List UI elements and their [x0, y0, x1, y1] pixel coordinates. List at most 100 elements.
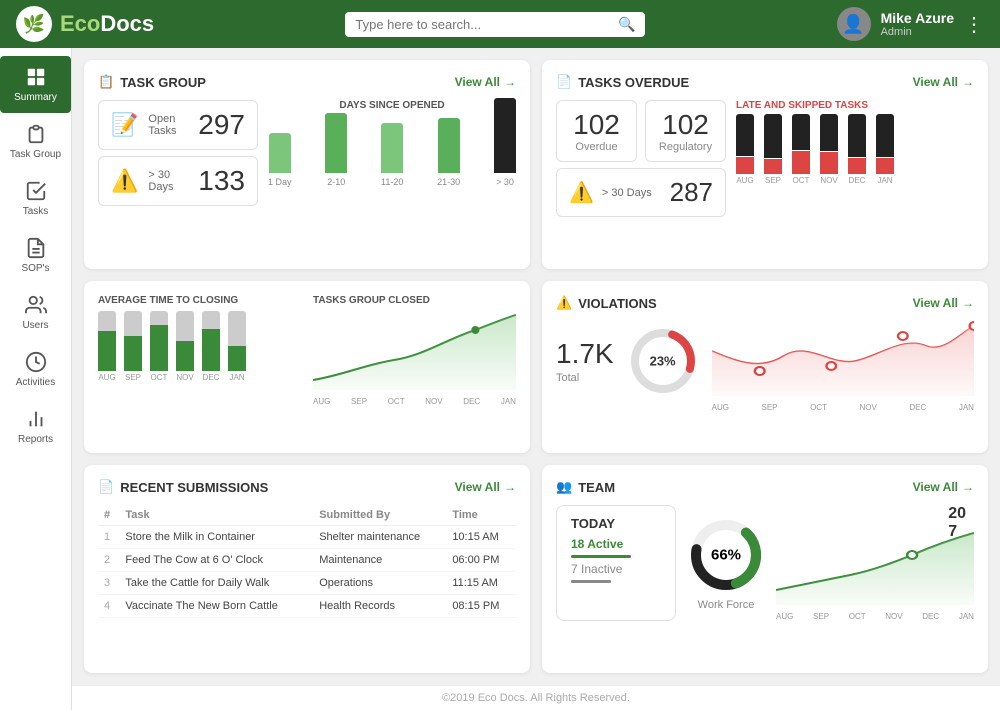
team-view-all[interactable]: View All → [913, 480, 974, 494]
footer: ©2019 Eco Docs. All Rights Reserved. [72, 685, 1000, 710]
month-label: SEP [762, 403, 778, 412]
table-cell: 3 [98, 572, 119, 595]
sidebar-item-tasks[interactable]: Tasks [0, 170, 71, 227]
table-cell: 10:15 AM [446, 526, 516, 549]
days-bar-group: > 30 [494, 98, 516, 187]
avg-bar-group: AUG [98, 311, 116, 382]
days-bar [438, 118, 460, 173]
submissions-table: #TaskSubmitted ByTime 1Store the Milk in… [98, 505, 516, 618]
sidebar-label-sops: SOP's [21, 263, 49, 274]
late-bar-red [792, 151, 810, 174]
late-bar-dark [792, 114, 810, 150]
month-label: OCT [810, 403, 827, 412]
avatar: 👤 [837, 7, 871, 41]
month-label: JAN [959, 403, 974, 412]
submissions-tbody: 1Store the Milk in ContainerShelter main… [98, 526, 516, 618]
late-bar-group: SEP [764, 114, 782, 185]
late-bar-group: OCT [792, 114, 810, 185]
over30-icon: ⚠️ [111, 168, 138, 194]
task-group-header: 📋 TASK GROUP View All → [98, 74, 516, 90]
tasks-overdue-view-all[interactable]: View All → [913, 75, 974, 89]
menu-icon[interactable]: ⋮ [964, 12, 984, 37]
days-bar-label: > 30 [496, 177, 514, 187]
late-bar-group: AUG [736, 114, 754, 185]
task-group-view-all[interactable]: View All → [455, 75, 516, 89]
overdue-over30-icon: ⚠️ [569, 180, 594, 205]
avg-bar-group: SEP [124, 311, 142, 382]
logo-text: EcoDocs [60, 11, 154, 37]
table-cell: Operations [313, 572, 446, 595]
avg-bar-bottom [228, 346, 246, 371]
table-cell: Health Records [313, 595, 446, 618]
days-bar-label: 1 Day [268, 177, 292, 187]
task-group-card: 📋 TASK GROUP View All → 📝 Open Tasks 297 [84, 60, 530, 269]
team-body: TODAY 18 Active 7 Inactive [556, 505, 974, 621]
table-row: 4Vaccinate The New Born CattleHealth Rec… [98, 595, 516, 618]
days-bar [494, 98, 516, 173]
violations-icon: ⚠️ [556, 295, 572, 311]
month-label: JAN [501, 397, 516, 406]
late-bar-label: AUG [736, 176, 753, 185]
table-cell: Maintenance [313, 549, 446, 572]
submissions-col-header: Task [119, 505, 313, 526]
overdue-count-stat: 102 Overdue [556, 100, 637, 162]
avg-bar-top [124, 311, 142, 336]
violations-view-all[interactable]: View All → [913, 296, 974, 310]
avg-bar-top [202, 311, 220, 329]
sidebar-item-sops[interactable]: SOP's [0, 227, 71, 284]
search-area[interactable]: 🔍 [345, 12, 645, 37]
submissions-title: 📄 RECENT SUBMISSIONS [98, 479, 268, 495]
logo-icon: 🌿 [16, 6, 52, 42]
team-today: TODAY 18 Active 7 Inactive [556, 505, 676, 621]
submissions-card: 📄 RECENT SUBMISSIONS View All → #TaskSub… [84, 465, 530, 673]
late-bar-red [764, 159, 782, 174]
search-input[interactable] [355, 17, 610, 32]
sidebar-item-users[interactable]: Users [0, 284, 71, 341]
avg-bar-label: SEP [125, 373, 141, 382]
month-label: NOV [860, 403, 877, 412]
submissions-icon: 📄 [98, 479, 114, 495]
user-role: Admin [881, 26, 954, 38]
days-chart: 1 Day2-1011-2021-30> 30 [268, 117, 516, 187]
team-donut: 66% Work Force [686, 505, 766, 621]
layout: Summary Task Group Tasks SOP's Users Act… [0, 48, 1000, 710]
submissions-view-all[interactable]: View All → [455, 480, 516, 494]
avg-bar-top [150, 311, 168, 325]
table-cell: 06:00 PM [446, 549, 516, 572]
overdue-over30-stat: ⚠️ > 30 Days 287 [556, 168, 726, 217]
sidebar-label-taskgroup: Task Group [10, 149, 61, 160]
avg-bar-bottom [124, 336, 142, 371]
late-bar-dark [820, 114, 838, 151]
submissions-thead: #TaskSubmitted ByTime [98, 505, 516, 526]
avg-closing-card: AVERAGE TIME TO CLOSING AUGSEPOCTNOVDECJ… [84, 281, 530, 453]
late-bar-red [736, 157, 754, 174]
sidebar: Summary Task Group Tasks SOP's Users Act… [0, 48, 72, 710]
days-bar [325, 113, 347, 173]
avg-bar-bottom [98, 331, 116, 371]
regulatory-stat: 102 Regulatory [645, 100, 726, 162]
sidebar-item-summary[interactable]: Summary [0, 56, 71, 113]
late-chart-area: LATE AND SKIPPED TASKS AUGSEPOCTNOVDECJA… [736, 100, 974, 217]
sidebar-item-reports[interactable]: Reports [0, 398, 71, 455]
main-content: 📋 TASK GROUP View All → 📝 Open Tasks 297 [72, 48, 1000, 685]
avg-bar-label: OCT [151, 373, 168, 382]
avg-bar-group: JAN [228, 311, 246, 382]
month-label: DEC [463, 397, 480, 406]
days-bar-group: 21-30 [437, 118, 460, 187]
days-bar-group: 2-10 [325, 113, 347, 187]
avg-bar-top [176, 311, 194, 341]
avg-bar-group: OCT [150, 311, 168, 382]
header: 🌿 EcoDocs 🔍 👤 Mike Azure Admin ⋮ [0, 0, 1000, 48]
avg-bar-label: AUG [98, 373, 115, 382]
sidebar-item-activities[interactable]: Activities [0, 341, 71, 398]
violations-donut: 23% [628, 326, 698, 396]
sidebar-item-taskgroup[interactable]: Task Group [0, 113, 71, 170]
month-label: NOV [425, 397, 442, 406]
table-cell: 11:15 AM [446, 572, 516, 595]
table-cell: Store the Milk in Container [119, 526, 313, 549]
submissions-col-header: Submitted By [313, 505, 446, 526]
sidebar-label-activities: Activities [16, 377, 55, 388]
avg-bar-bottom [202, 329, 220, 371]
team-header: 👥 TEAM View All → [556, 479, 974, 495]
open-tasks-icon: 📝 [111, 112, 138, 138]
